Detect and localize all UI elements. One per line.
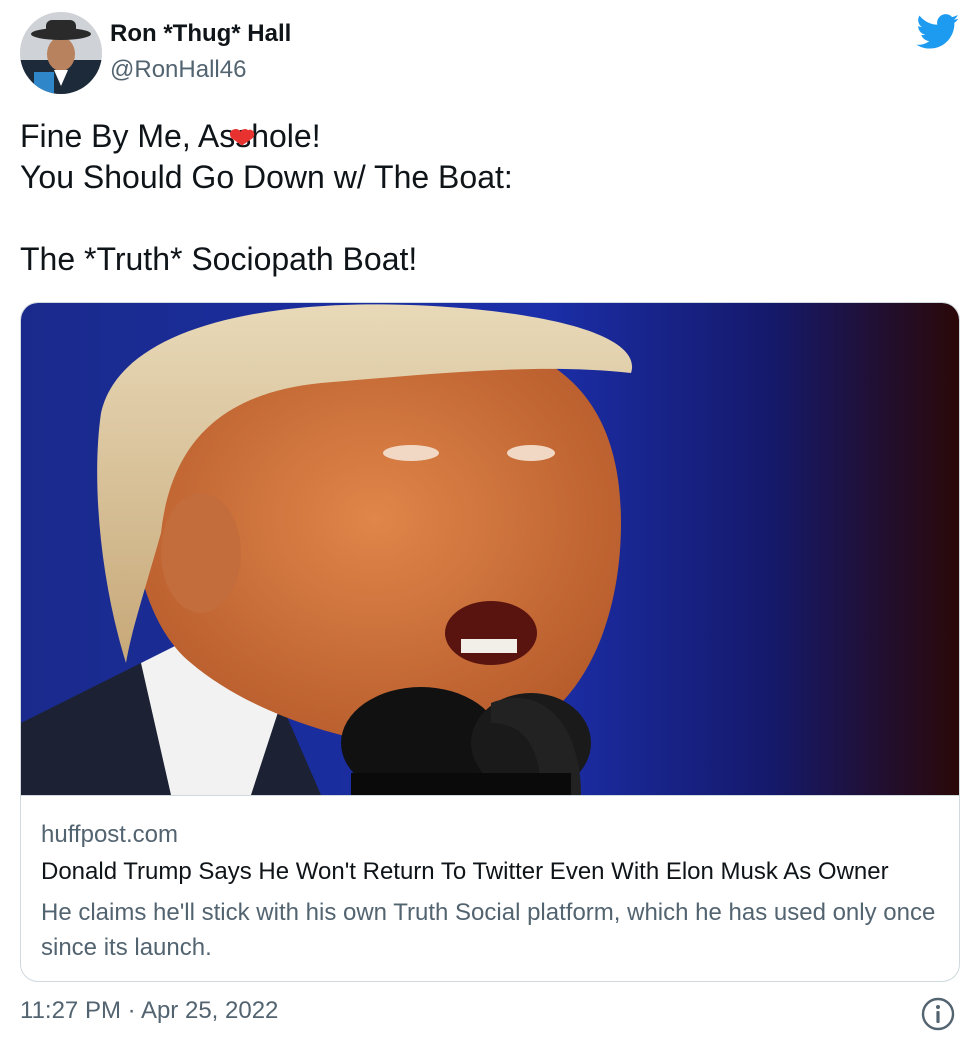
tweet-line-3: The *Truth* Sociopath Boat!: [20, 241, 418, 277]
tweet-line-1-start: Fine By Me, A: [20, 118, 220, 154]
tweet-line-2: You Should Go Down w/ The Boat:: [20, 159, 513, 195]
tweet-embed: Ron *Thug* Hall @RonHall46 Fine By Me, A…: [0, 0, 980, 1035]
info-icon[interactable]: [920, 996, 956, 1032]
red-heart-censor-icon: [230, 129, 255, 146]
tweet-line-1: Fine By Me, Asshole!: [20, 116, 950, 157]
article-photo[interactable]: [21, 303, 959, 795]
tweet-timestamp[interactable]: 11:27 PM · Apr 25, 2022: [20, 997, 278, 1025]
author-handle[interactable]: @RonHall46: [110, 56, 246, 84]
author-display-name[interactable]: Ron *Thug* Hall: [110, 20, 291, 48]
link-preview-card[interactable]: huffpost.com Donald Trump Says He Won't …: [20, 302, 960, 982]
card-title[interactable]: Donald Trump Says He Won't Return To Twi…: [41, 858, 889, 886]
censored-word: ss: [219, 116, 255, 157]
user-avatar-icon: [20, 12, 102, 94]
card-description[interactable]: He claims he'll stick with his own Truth…: [41, 895, 941, 965]
twitter-bird-icon[interactable]: [916, 14, 960, 50]
tweet-text: Fine By Me, Asshole! You Should Go Down …: [20, 116, 950, 280]
avatar[interactable]: [20, 12, 102, 94]
card-domain[interactable]: huffpost.com: [41, 821, 178, 849]
card-divider: [21, 795, 959, 796]
tweet-line-1-end: hole!: [251, 118, 321, 154]
